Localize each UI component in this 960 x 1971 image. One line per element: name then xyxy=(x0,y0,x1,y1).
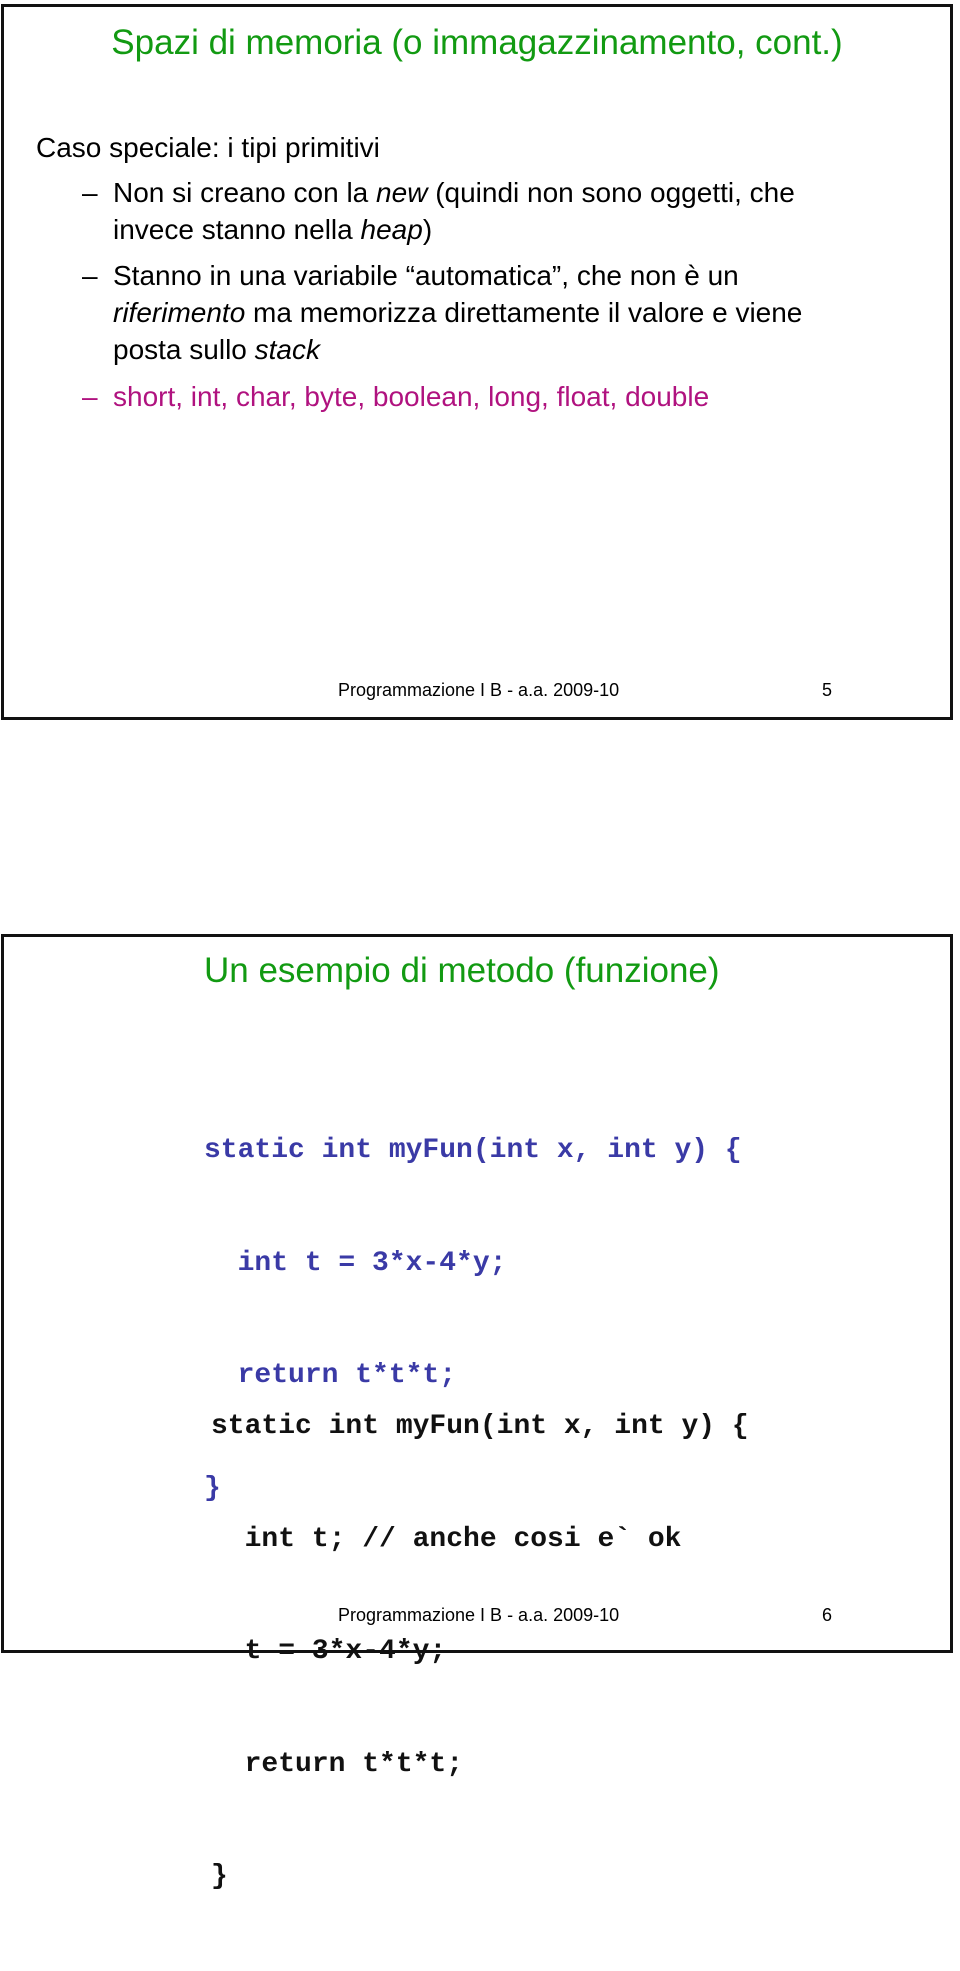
text-run: Non si creano con la xyxy=(113,177,377,208)
slide-5: Spazi di memoria (o immagazzinamento, co… xyxy=(1,4,953,720)
bullet-text: Non si creano con la new (quindi non son… xyxy=(113,174,795,248)
bullet-line: Non si creano con la new (quindi non son… xyxy=(113,174,795,211)
italic-term: stack xyxy=(254,334,320,365)
page-number: 6 xyxy=(822,1605,833,1625)
code-line: static int myFun(int x, int y) { xyxy=(211,1411,749,1442)
page-number: 5 xyxy=(822,680,833,700)
bullet-text: Stanno in una variabile “automatica”, ch… xyxy=(113,257,802,368)
code-line: int t = 3*x-4*y; xyxy=(204,1247,507,1279)
code-line: static int myFun(int x, int y) { xyxy=(204,1135,742,1166)
code-line: int t; // anche cosi e` ok xyxy=(211,1523,682,1555)
bullet-line: posta sullo stack xyxy=(113,331,802,368)
text-run: ) xyxy=(422,214,433,245)
text-run: Stanno in una variabile “automatica”, ch… xyxy=(113,260,739,291)
slide-title: Un esempio di metodo (funzione) xyxy=(204,951,720,990)
code-block-2: static int myFun(int x, int y) { int t; … xyxy=(211,1333,749,1971)
italic-term: heap xyxy=(360,214,423,245)
text-run: invece stanno nella xyxy=(113,214,361,245)
bullet-line: riferimento ma memorizza direttamente il… xyxy=(113,294,802,331)
text-run: ma memorizza direttamente il valore e vi… xyxy=(245,297,803,328)
bullet-text: short, int, char, byte, boolean, long, f… xyxy=(113,381,710,412)
footer-course: Programmazione I B - a.a. 2009-10 xyxy=(338,1605,620,1625)
bullet-line: invece stanno nella heap) xyxy=(113,211,795,248)
footer-course: Programmazione I B - a.a. 2009-10 xyxy=(338,680,620,700)
text-run: posta sullo xyxy=(113,334,255,365)
dash-bullet-icon: – xyxy=(82,260,98,291)
code-line: } xyxy=(211,1861,228,1892)
text-run: (quindi non sono oggetti, che xyxy=(427,177,795,208)
slide-title: Spazi di memoria (o immagazzinamento, co… xyxy=(111,23,843,62)
italic-term: new xyxy=(376,177,428,208)
bullet-line: Stanno in una variabile “automatica”, ch… xyxy=(113,257,802,294)
code-line: return t*t*t; xyxy=(211,1748,464,1780)
slide-heading: Caso speciale: i tipi primitivi xyxy=(36,132,380,163)
slide-6: Un esempio di metodo (funzione) static i… xyxy=(1,934,953,1892)
dash-bullet-icon: – xyxy=(82,381,98,412)
dash-bullet-icon: – xyxy=(82,177,98,208)
code-line: t = 3*x-4*y; xyxy=(211,1636,447,1667)
italic-term: riferimento xyxy=(113,297,246,328)
